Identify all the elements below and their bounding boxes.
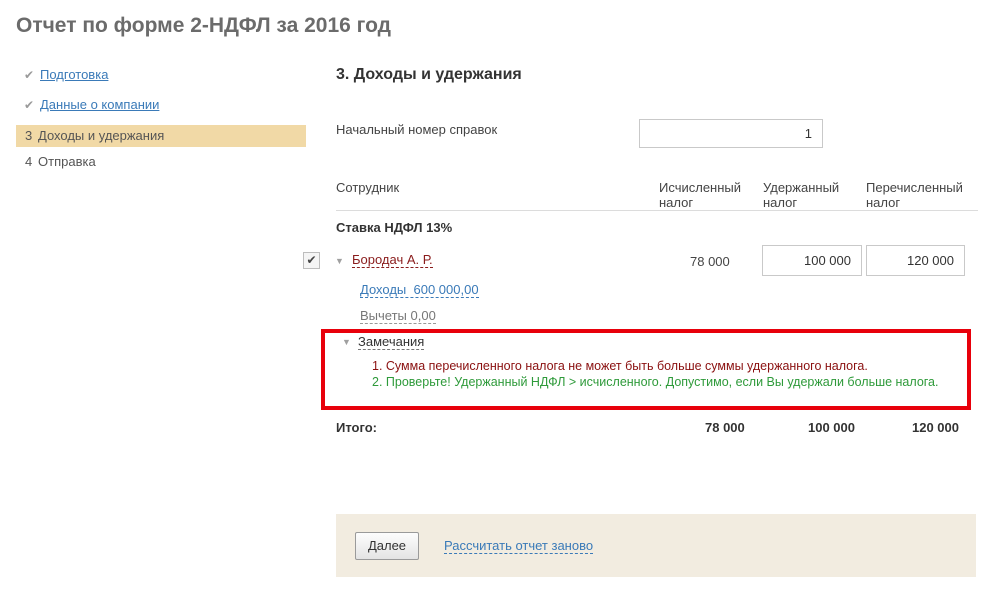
- remark-warning: 2. Проверьте! Удержанный НДФЛ > исчислен…: [372, 375, 939, 389]
- section-title: 3. Доходы и удержания: [336, 66, 522, 83]
- step-sending[interactable]: 4 Отправка: [16, 151, 306, 173]
- check-icon: ✔: [24, 98, 35, 112]
- income-link[interactable]: Доходы 600 000,00: [360, 283, 479, 298]
- triangle-down-icon[interactable]: ▼: [342, 337, 351, 347]
- column-calculated-tax: Исчисленный налог: [659, 180, 742, 210]
- step-company-data[interactable]: ✔ Данные о компании: [16, 94, 306, 116]
- step-label[interactable]: Данные о компании: [40, 94, 159, 116]
- next-button[interactable]: Далее: [355, 532, 419, 560]
- rate-group-label: Ставка НДФЛ 13%: [336, 220, 453, 235]
- column-transferred-tax: Перечисленный налог: [866, 180, 963, 210]
- start-number-label: Начальный номер справок: [336, 122, 498, 137]
- deductions-link[interactable]: Вычеты 0,00: [360, 309, 436, 324]
- remarks-toggle[interactable]: Замечания: [358, 335, 425, 350]
- transferred-tax-input[interactable]: 120 000: [866, 245, 965, 276]
- checkmark-icon: ✔: [306, 253, 317, 267]
- step-label[interactable]: Подготовка: [40, 64, 108, 86]
- check-icon: ✔: [24, 68, 35, 82]
- step-number: 3: [25, 128, 33, 143]
- step-number: 4: [25, 154, 33, 169]
- column-withheld-tax: Удержанный налог: [763, 180, 840, 210]
- total-calculated: 78 000: [705, 420, 745, 435]
- totals-label: Итого:: [336, 420, 377, 435]
- header-divider: [336, 210, 978, 211]
- total-withheld: 100 000: [808, 420, 855, 435]
- start-number-input[interactable]: 1: [639, 119, 823, 148]
- column-employee: Сотрудник: [336, 180, 400, 195]
- triangle-down-icon[interactable]: ▼: [335, 256, 344, 266]
- withheld-tax-input[interactable]: 100 000: [762, 245, 862, 276]
- employee-calculated-tax: 78 000: [690, 254, 730, 269]
- step-income-withholding[interactable]: 3 Доходы и удержания: [16, 125, 306, 147]
- recalculate-report-link[interactable]: Рассчитать отчет заново: [444, 539, 594, 554]
- step-preparation[interactable]: ✔ Подготовка: [16, 64, 306, 86]
- step-label: Доходы и удержания: [38, 128, 165, 143]
- employee-checkbox[interactable]: ✔: [303, 252, 320, 269]
- total-transferred: 120 000: [912, 420, 959, 435]
- footer-panel: [336, 514, 976, 577]
- employee-name-link[interactable]: Бородач А. Р.: [352, 253, 433, 268]
- page-title: Отчет по форме 2-НДФЛ за 2016 год: [16, 14, 391, 37]
- remark-error: 1. Сумма перечисленного налога не может …: [372, 359, 868, 373]
- step-label: Отправка: [38, 154, 96, 169]
